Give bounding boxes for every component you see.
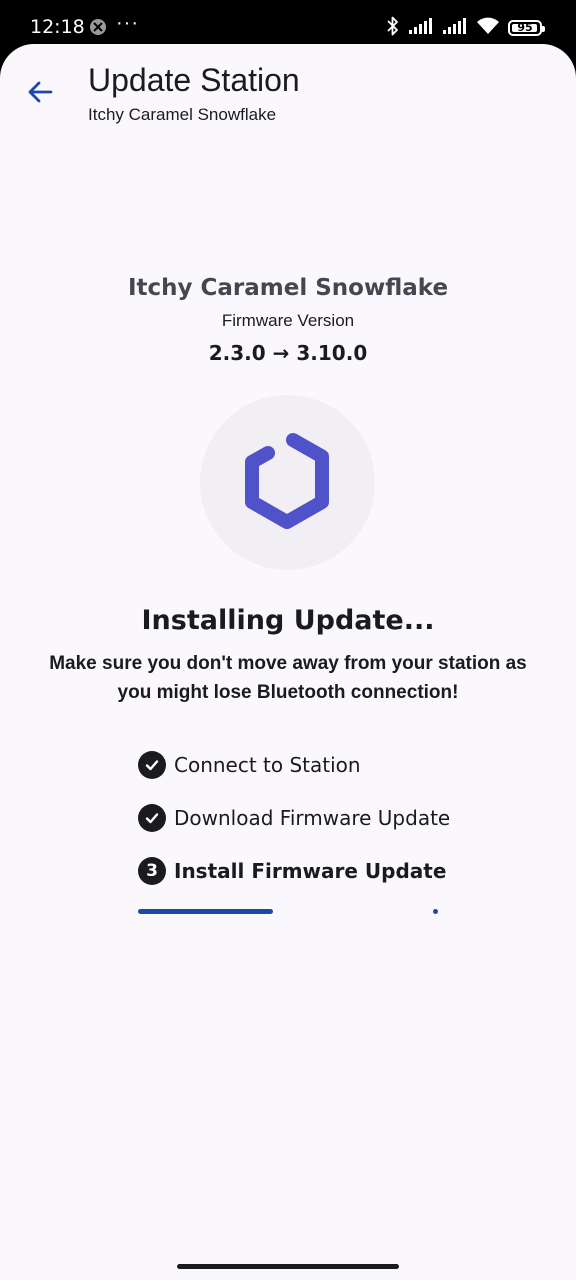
check-circle-icon bbox=[138, 804, 166, 832]
check-circle-icon bbox=[138, 751, 166, 779]
app-bar: Update Station Itchy Caramel Snowflake bbox=[0, 44, 576, 144]
progress-fill bbox=[138, 909, 273, 914]
device-name: Itchy Caramel Snowflake bbox=[127, 275, 449, 301]
status-time: 12:18 bbox=[30, 16, 85, 38]
battery-icon: 95 bbox=[508, 20, 545, 36]
step-connect: Connect to Station bbox=[138, 750, 361, 780]
home-indicator[interactable] bbox=[177, 1264, 399, 1269]
bluetooth-warning: Make sure you don't move away from your … bbox=[49, 653, 527, 703]
notification-icon bbox=[89, 18, 107, 36]
step-label: Download Firmware Update bbox=[174, 806, 451, 830]
wifi-icon bbox=[476, 17, 500, 40]
status-icons: 95 bbox=[386, 15, 545, 42]
battery-tip bbox=[542, 26, 545, 32]
signal-icon bbox=[408, 17, 434, 40]
installing-title: Installing Update... bbox=[141, 605, 435, 636]
arrow-back-icon bbox=[28, 81, 53, 103]
signal-icon bbox=[442, 17, 468, 40]
page-title: Update Station bbox=[88, 62, 300, 98]
step-install: 3 Install Firmware Update bbox=[138, 856, 446, 886]
firmware-version-label: Firmware Version bbox=[221, 311, 355, 330]
back-button[interactable] bbox=[20, 72, 60, 112]
progress-stop-indicator bbox=[433, 909, 438, 914]
more-notifications-indicator: ··· bbox=[116, 12, 139, 34]
step-number-badge: 3 bbox=[138, 857, 166, 885]
firmware-version-change: 2.3.0 → 3.10.0 bbox=[208, 341, 368, 365]
battery-level: 95 bbox=[517, 21, 533, 34]
station-logo bbox=[200, 395, 375, 570]
bluetooth-icon bbox=[386, 15, 400, 42]
install-progress-bar bbox=[138, 909, 438, 914]
hexagon-logo-icon bbox=[245, 433, 329, 529]
page-subtitle: Itchy Caramel Snowflake bbox=[88, 105, 277, 124]
update-station-screen: Update Station Itchy Caramel Snowflake I… bbox=[0, 44, 576, 1280]
step-download: Download Firmware Update bbox=[138, 803, 450, 833]
step-label: Install Firmware Update bbox=[174, 859, 447, 883]
step-label: Connect to Station bbox=[174, 753, 361, 777]
